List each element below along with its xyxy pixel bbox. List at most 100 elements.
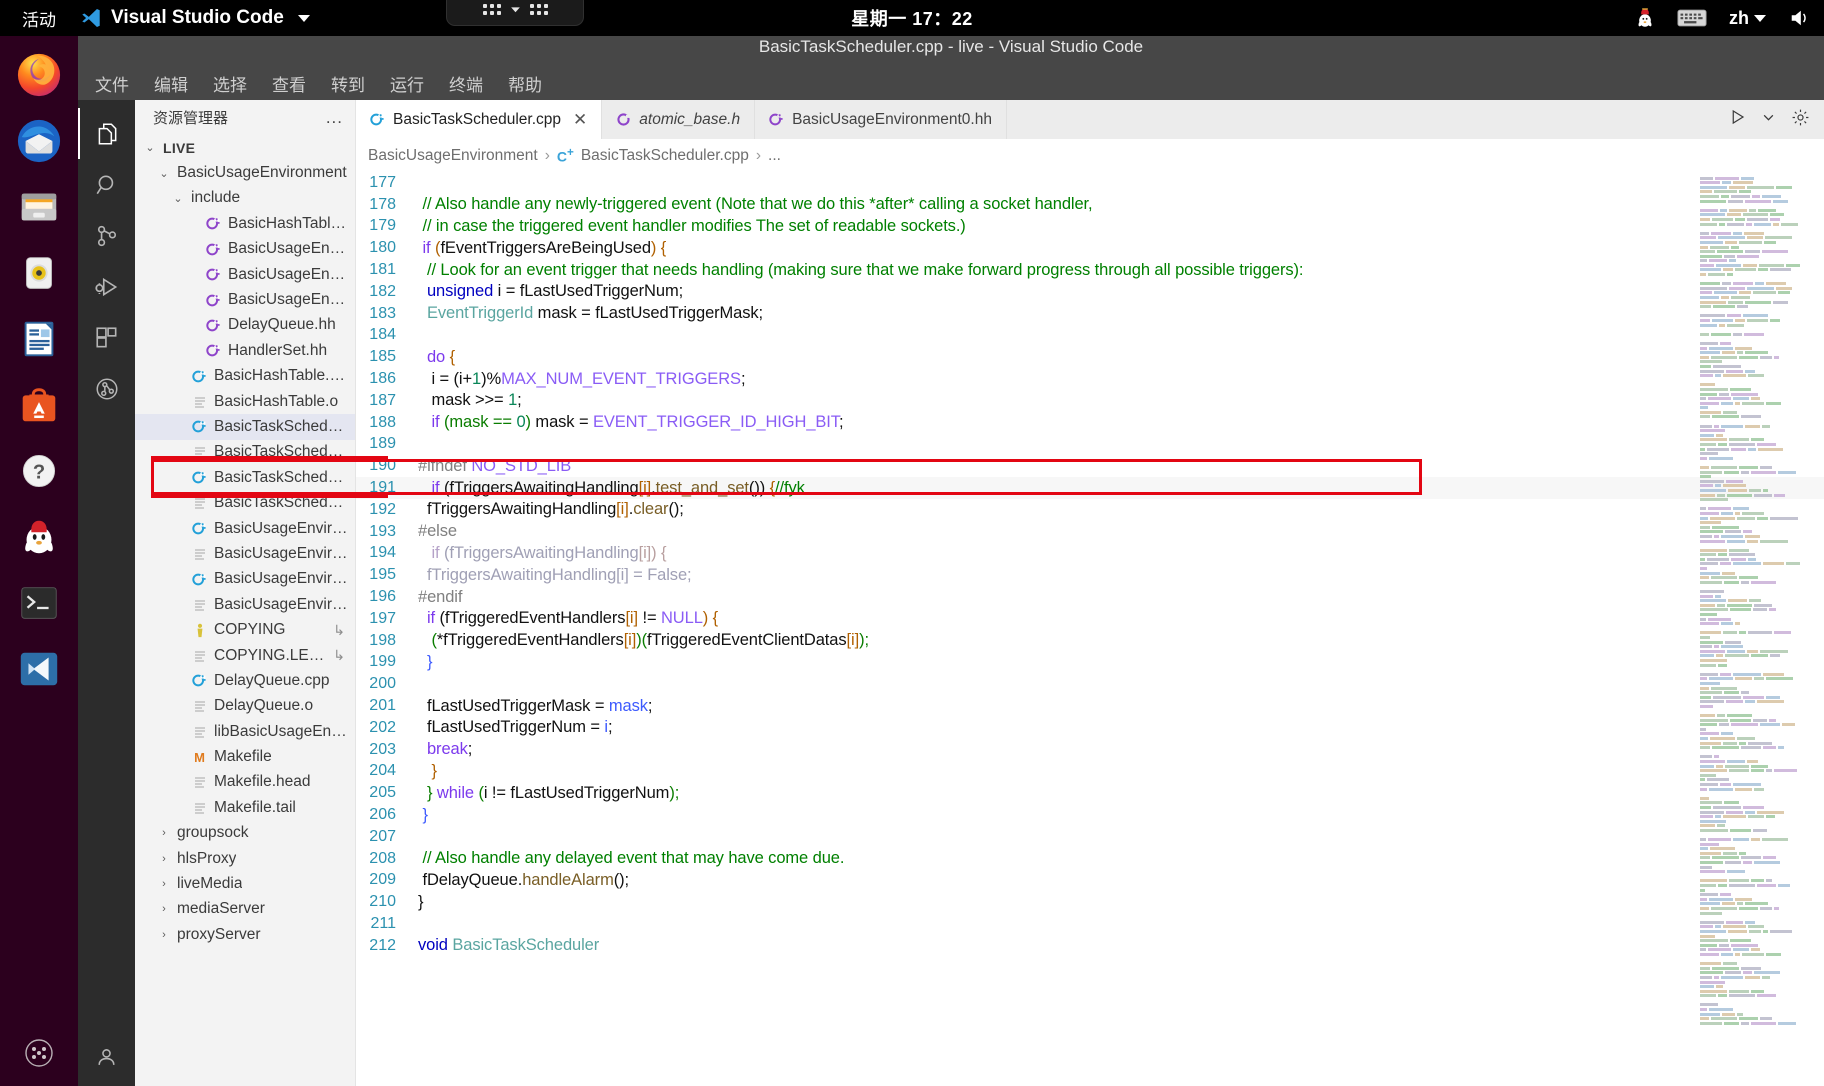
dock-item-vscode[interactable] [14,644,64,694]
breadcrumb-item-folder[interactable]: BasicUsageEnvironment [368,147,538,165]
menu-selection[interactable]: 选择 [211,69,249,98]
ubuntu-dock[interactable]: ? [0,36,78,1086]
tree-item-mediaserver[interactable]: ›mediaServer [135,897,355,922]
code-line-193[interactable]: 193#else [356,521,1824,543]
tree-item-livemedia[interactable]: ›liveMedia [135,871,355,896]
code-line-197[interactable]: 197 if (fTriggeredEventHandlers[i] != NU… [356,608,1824,630]
code-line-200[interactable]: 200 [356,673,1824,695]
tree-item-handlerset-hh[interactable]: HandlerSet.hh [135,338,355,363]
tree-item-libbasicusageenviron-[interactable]: libBasicUsageEnviron... [135,719,355,744]
menu-help[interactable]: 帮助 [506,69,544,98]
code-line-203[interactable]: 203 break; [356,739,1824,761]
tree-item-makefile-head[interactable]: Makefile.head [135,770,355,795]
tree-item-copying-lesser[interactable]: COPYING.LESSER↳ [135,643,355,668]
tree-item-basicusageenvironme-[interactable]: BasicUsageEnvironme... [135,541,355,566]
tree-item-makefile[interactable]: MMakefile [135,744,355,769]
chevron-down-icon[interactable]: ⌄ [171,192,185,205]
code-line-180[interactable]: 180 if (fEventTriggersAreBeingUsed) { [356,237,1824,259]
tree-item-delayqueue-o[interactable]: DelayQueue.o [135,694,355,719]
activity-item-live-share[interactable] [78,363,135,414]
tree-item-basictaskscheduler-o[interactable]: BasicTaskScheduler.o [135,440,355,465]
settings-button[interactable] [1791,108,1810,132]
editor-tab-basicusageenvironment0-hh[interactable]: BasicUsageEnvironment0.hh [755,100,1007,139]
dock-item-qq[interactable] [14,512,64,562]
code-line-212[interactable]: 212void BasicTaskScheduler [356,935,1824,957]
tree-item-basicusageenvironm-[interactable]: BasicUsageEnvironm... [135,287,355,312]
menubar[interactable]: 文件 编辑 选择 查看 转到 运行 终端 帮助 [78,66,1824,100]
code-line-194[interactable]: 194 if (fTriggersAwaitingHandling[i]) { [356,543,1824,565]
activity-item-accounts[interactable] [78,1031,135,1082]
activity-bar[interactable] [78,100,135,1086]
code-line-206[interactable]: 206 } [356,804,1824,826]
file-tree[interactable]: ⌄LIVE⌄BasicUsageEnvironment⌄includeBasic… [135,135,355,1086]
code-line-196[interactable]: 196#endif [356,586,1824,608]
code-line-186[interactable]: 186 i = (i+1)%MAX_NUM_EVENT_TRIGGERS; [356,368,1824,390]
code-line-192[interactable]: 192 fTriggersAwaitingHandling[i].clear()… [356,499,1824,521]
code-line-184[interactable]: 184 [356,325,1824,347]
dock-item-files[interactable] [14,182,64,232]
code-line-181[interactable]: 181 // Look for an event trigger that ne… [356,259,1824,281]
activity-item-search[interactable] [78,159,135,210]
dock-item-help[interactable]: ? [14,446,64,496]
qq-penguin-icon[interactable] [1635,7,1655,29]
show-applications-button[interactable] [0,1038,78,1068]
code-line-188[interactable]: 188 if (mask == 0) mask = EVENT_TRIGGER_… [356,412,1824,434]
editor-actions[interactable] [1714,100,1824,139]
editor-tab-atomic-base-h[interactable]: atomic_base.h [602,100,755,139]
code-line-185[interactable]: 185 do { [356,346,1824,368]
tree-item-copying[interactable]: COPYING↳ [135,617,355,642]
tree-item-live[interactable]: ⌄LIVE [135,135,355,160]
menu-run[interactable]: 运行 [388,69,426,98]
gnome-top-bar[interactable]: 活动 Visual Studio Code 星期一 17：22 [0,0,1824,36]
explorer-more-actions-button[interactable]: ... [326,108,343,128]
tree-item-proxyserver[interactable]: ›proxyServer [135,922,355,947]
chevron-right-icon[interactable]: › [157,929,171,941]
breadcrumb-item-file[interactable]: BasicTaskScheduler.cpp [581,147,749,165]
tree-item-basicusageenvironment[interactable]: ⌄BasicUsageEnvironment [135,160,355,185]
tree-item-basichashtable-o[interactable]: BasicHashTable.o [135,389,355,414]
tree-item-delayqueue-hh[interactable]: DelayQueue.hh [135,313,355,338]
screencast-indicator[interactable] [446,0,584,26]
code-line-201[interactable]: 201 fLastUsedTriggerMask = mask; [356,695,1824,717]
tree-item-delayqueue-cpp[interactable]: DelayQueue.cpp [135,668,355,693]
tree-item-groupsock[interactable]: ›groupsock [135,821,355,846]
dock-item-terminal[interactable] [14,578,64,628]
tree-item-basichashtable-hh[interactable]: BasicHashTable.hh [135,211,355,236]
code-line-204[interactable]: 204 } [356,761,1824,783]
activities-button[interactable]: 活动 [0,6,70,31]
tree-item-hlsproxy[interactable]: ›hlsProxy [135,846,355,871]
chevron-right-icon[interactable]: › [157,878,171,890]
chevron-down-icon[interactable]: ⌄ [143,141,157,154]
activity-item-explorer[interactable] [78,108,135,159]
volume-icon[interactable] [1788,8,1810,28]
clock[interactable]: 星期一 17：22 [851,5,973,31]
code-line-198[interactable]: 198 (*fTriggeredEventHandlers[i])(fTrigg… [356,630,1824,652]
code-line-182[interactable]: 182 unsigned i = fLastUsedTriggerNum; [356,281,1824,303]
tree-item-basicusageenvironm-[interactable]: BasicUsageEnvironm... [135,262,355,287]
activity-item-extensions[interactable] [78,312,135,363]
app-menu-button[interactable]: Visual Studio Code [80,7,310,29]
code-line-202[interactable]: 202 fLastUsedTriggerNum = i; [356,717,1824,739]
tree-item-include[interactable]: ⌄include [135,186,355,211]
chevron-right-icon[interactable]: › [157,827,171,839]
tree-item-basicusageenvironme-[interactable]: BasicUsageEnvironme... [135,592,355,617]
code-line-191[interactable]: 191 if (fTriggersAwaitingHandling[i].tes… [356,477,1824,499]
chevron-down-icon[interactable]: ⌄ [157,167,171,180]
menu-edit[interactable]: 编辑 [152,69,190,98]
code-line-178[interactable]: 178 // Also handle any newly-triggered e… [356,194,1824,216]
code-line-195[interactable]: 195 fTriggersAwaitingHandling[i] = False… [356,564,1824,586]
code-lines[interactable]: 177178 // Also handle any newly-triggere… [356,172,1824,1086]
activity-item-source-control[interactable] [78,210,135,261]
code-editor[interactable]: 177178 // Also handle any newly-triggere… [356,172,1824,1086]
chevron-right-icon[interactable]: › [157,903,171,915]
dock-item-firefox[interactable] [14,50,64,100]
dock-item-rhythmbox[interactable] [14,248,64,298]
dock-item-ubuntu-software[interactable] [14,380,64,430]
breadcrumb-item-symbol[interactable]: ... [768,147,781,165]
code-line-208[interactable]: 208 // Also handle any delayed event tha… [356,848,1824,870]
code-line-187[interactable]: 187 mask >>= 1; [356,390,1824,412]
code-line-189[interactable]: 189 [356,434,1824,456]
activity-item-run-debug[interactable] [78,261,135,312]
code-line-211[interactable]: 211 [356,913,1824,935]
tree-item-makefile-tail[interactable]: Makefile.tail [135,795,355,820]
